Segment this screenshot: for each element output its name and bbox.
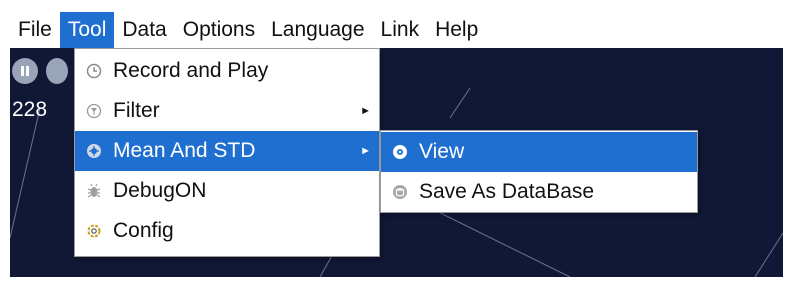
menu-item-debugon[interactable]: DebugON	[75, 171, 379, 211]
menu-link[interactable]: Link	[373, 12, 428, 48]
clock-icon	[85, 62, 103, 80]
menu-options[interactable]: Options	[175, 12, 263, 48]
menu-item-label: View	[419, 140, 465, 163]
record-icon[interactable]	[46, 58, 68, 84]
menu-item-mean-and-std[interactable]: Mean And STD ►	[75, 131, 379, 171]
bug-icon	[85, 182, 103, 200]
eye-icon	[391, 143, 409, 161]
menu-item-filter[interactable]: Filter ►	[75, 91, 379, 131]
app-window: File Tool Data Options Language Link Hel…	[0, 0, 793, 289]
menu-item-label: Save As DataBase	[419, 180, 595, 203]
menu-item-label: Mean And STD	[113, 139, 256, 162]
submenu-item-save-as-database[interactable]: Save As DataBase	[381, 172, 697, 212]
pause-icon[interactable]	[12, 58, 38, 84]
tool-menu: Record and Play Filter ► Mean And STD ► …	[74, 48, 380, 257]
menu-item-label: Filter	[113, 99, 160, 122]
menu-file[interactable]: File	[10, 12, 60, 48]
menu-item-label: Config	[113, 219, 174, 242]
mean-std-icon	[85, 142, 103, 160]
submenu-arrow-icon: ►	[360, 105, 371, 117]
gear-icon	[85, 222, 103, 240]
submenu-item-view[interactable]: View	[381, 132, 697, 172]
database-icon	[391, 183, 409, 201]
menu-item-record-and-play[interactable]: Record and Play	[75, 51, 379, 91]
menu-item-label: DebugON	[113, 179, 207, 202]
mean-std-submenu: View Save As DataBase	[380, 130, 698, 213]
menu-language[interactable]: Language	[263, 12, 372, 48]
filter-icon	[85, 102, 103, 120]
menu-item-config[interactable]: Config	[75, 211, 379, 251]
value-readout: 228	[12, 98, 48, 121]
menu-item-label: Record and Play	[113, 59, 269, 82]
submenu-arrow-icon: ►	[360, 145, 371, 157]
menu-tool[interactable]: Tool	[59, 12, 115, 48]
menubar: File Tool Data Options Language Link Hel…	[10, 12, 783, 48]
menu-help[interactable]: Help	[427, 12, 486, 48]
menu-data[interactable]: Data	[114, 12, 174, 48]
